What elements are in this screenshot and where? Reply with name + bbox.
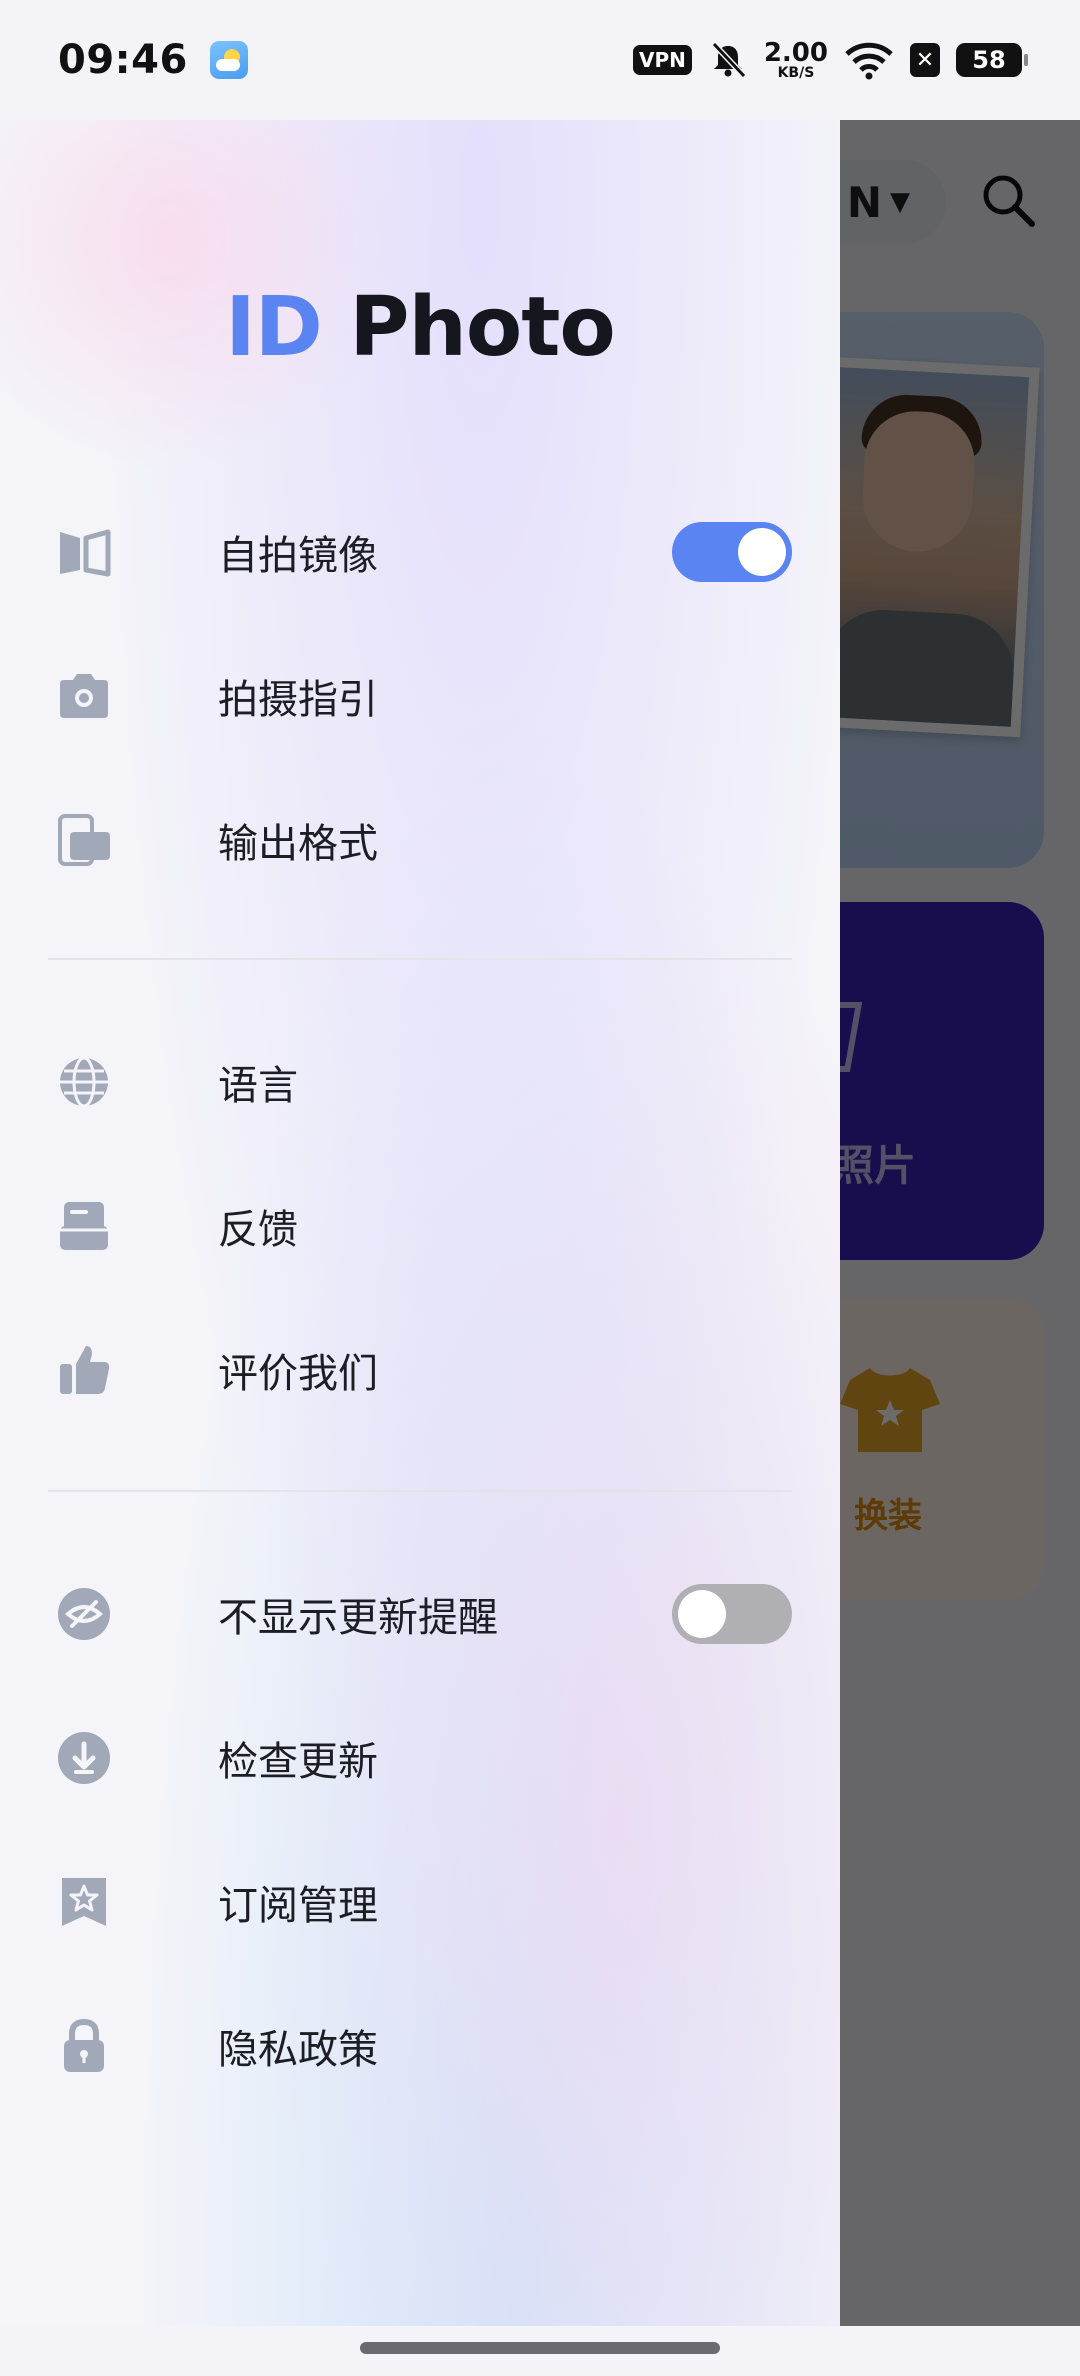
menu-item-shooting-guide[interactable]: 拍摄指引 <box>0 624 840 768</box>
app-title-id: ID <box>225 280 323 375</box>
globe-icon <box>56 1054 112 1110</box>
wifi-icon <box>845 42 893 80</box>
menu-label-language: 语言 <box>218 1063 298 1109</box>
mute-bell-icon <box>711 41 747 79</box>
menu-item-hide-update-reminder[interactable]: 不显示更新提醒 <box>0 1542 840 1686</box>
menu-label-selfie-mirror: 自拍镜像 <box>218 533 378 579</box>
status-bar: 09:46 VPN 2.00 KB/S ✕ 58 <box>0 0 1080 120</box>
menu-divider <box>48 958 792 960</box>
mirror-icon <box>56 524 112 580</box>
menu-label-check-update: 检查更新 <box>218 1739 378 1785</box>
navigation-drawer: ID Photo 自拍镜像 拍摄指引 输出格式 语言 反馈 评价我们 不显示更新… <box>0 120 840 2326</box>
menu-item-rate-us[interactable]: 评价我们 <box>0 1298 840 1442</box>
menu-label-privacy-policy: 隐私政策 <box>218 2027 378 2073</box>
hide-update-reminder-toggle[interactable] <box>672 1584 792 1644</box>
download-icon <box>56 1730 112 1786</box>
menu-item-feedback[interactable]: 反馈 <box>0 1154 840 1298</box>
vpn-badge: VPN <box>632 45 692 75</box>
menu-label-rate-us: 评价我们 <box>218 1351 378 1397</box>
camera-icon <box>56 668 112 724</box>
menu-item-privacy-policy[interactable]: 隐私政策 <box>0 1974 840 2118</box>
menu-label-subscription: 订阅管理 <box>218 1883 378 1929</box>
net-speed: 2.00 KB/S <box>763 38 828 81</box>
menu-item-subscription[interactable]: 订阅管理 <box>0 1830 840 1974</box>
home-indicator[interactable] <box>360 2342 720 2354</box>
star-bookmark-icon <box>56 1874 112 1930</box>
menu-label-output-format: 输出格式 <box>218 821 378 867</box>
screen: 09:46 VPN 2.00 KB/S ✕ 58 ID Photo 自拍镜像 拍… <box>0 0 1080 2376</box>
battery-icon: 58 <box>956 43 1028 77</box>
menu-label-hide-update-reminder: 不显示更新提醒 <box>218 1595 498 1641</box>
menu-item-check-update[interactable]: 检查更新 <box>0 1686 840 1830</box>
partly-cloudy-icon <box>209 41 248 79</box>
x-app-icon: ✕ <box>910 43 940 77</box>
menu-label-shooting-guide: 拍摄指引 <box>218 677 378 723</box>
lock-icon <box>56 2018 112 2074</box>
menu-label-feedback: 反馈 <box>218 1207 298 1253</box>
thumbs-up-icon <box>56 1342 112 1398</box>
menu-item-output-format[interactable]: 输出格式 <box>0 768 840 912</box>
menu-divider <box>48 1490 792 1492</box>
selfie-mirror-toggle[interactable] <box>672 522 792 582</box>
app-logo-title: ID Photo <box>0 280 840 375</box>
status-icons: VPN 2.00 KB/S ✕ 58 <box>632 38 1028 81</box>
eye-off-icon <box>56 1586 112 1642</box>
feedback-icon <box>56 1198 112 1254</box>
menu-item-language[interactable]: 语言 <box>0 1010 840 1154</box>
status-time: 09:46 <box>58 37 188 83</box>
menu-item-selfie-mirror[interactable]: 自拍镜像 <box>0 480 840 624</box>
format-icon <box>56 812 112 868</box>
app-title-photo: Photo <box>349 280 615 375</box>
